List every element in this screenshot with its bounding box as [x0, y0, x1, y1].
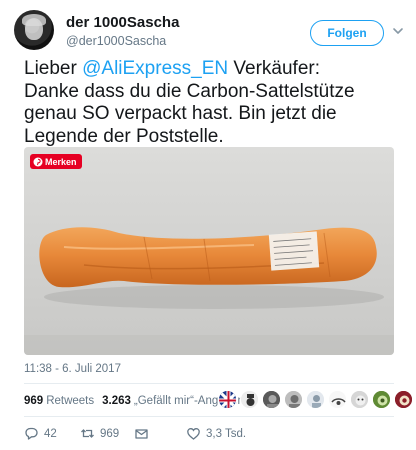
retweet-icon	[81, 429, 94, 438]
pinterest-save-label: Merken	[45, 156, 77, 167]
display-name[interactable]: der 1000Sascha	[66, 14, 179, 31]
tweet-card: der 1000Sascha @der1000Sascha Folgen Lie…	[0, 0, 416, 450]
like-button[interactable]: 3,3 Tsd.	[186, 426, 246, 441]
tweet-timestamp[interactable]: 11:38 - 6. Juli 2017	[24, 363, 121, 375]
liker-avatar[interactable]	[218, 390, 237, 409]
tweet-line-4: Legende der Poststelle.	[24, 125, 224, 147]
avatar[interactable]	[14, 10, 54, 50]
pinterest-save-button[interactable]: Merken	[30, 154, 82, 169]
tweet-header: der 1000Sascha @der1000Sascha Folgen	[14, 10, 404, 50]
retweets-label[interactable]: Retweets	[46, 395, 94, 407]
reply-button[interactable]: 42	[24, 426, 57, 441]
envelope-icon	[135, 429, 148, 439]
tweet-photo[interactable]: Merken	[24, 147, 394, 355]
retweet-button[interactable]: 969	[80, 426, 119, 441]
reply-count: 42	[44, 427, 57, 440]
retweet-count: 969	[100, 427, 120, 440]
tweet-line-3: genau SO verpackt hast. Bin jetzt die	[24, 103, 337, 124]
tweet-line-1: Lieber @AliExpress_EN Verkäufer:	[24, 58, 400, 81]
user-handle[interactable]: @der1000Sascha	[66, 34, 166, 48]
liker-avatar[interactable]	[372, 390, 391, 409]
stats-bottom-divider	[24, 416, 394, 417]
likes-count[interactable]: 3.263	[102, 395, 131, 407]
liker-avatar[interactable]	[394, 390, 413, 409]
reply-icon	[25, 427, 38, 440]
pinterest-icon	[33, 157, 43, 166]
tweet-line-2: Danke dass du die Carbon-Sattelstütze	[24, 80, 355, 102]
liker-avatar[interactable]	[240, 390, 259, 409]
avatar-face	[25, 18, 43, 40]
stats-top-divider	[24, 383, 394, 384]
parcel-image	[39, 227, 384, 309]
liker-avatar[interactable]	[328, 390, 347, 409]
tweet-text: Lieber @AliExpress_EN Verkäufer: Danke d…	[24, 58, 400, 148]
retweets-count[interactable]: 969	[24, 395, 43, 407]
liker-avatars	[218, 390, 413, 410]
liker-avatar[interactable]	[350, 390, 369, 409]
chevron-down-icon[interactable]	[391, 24, 405, 38]
liker-avatar[interactable]	[306, 390, 325, 409]
tweet-text-prefix: Lieber	[24, 58, 83, 79]
like-count: 3,3 Tsd.	[206, 427, 247, 440]
liker-avatar[interactable]	[284, 390, 303, 409]
liker-avatar[interactable]	[262, 390, 281, 409]
tweet-stats: 969 Retweets 3.263 „Gefällt mir“-Angaben	[24, 393, 244, 409]
direct-message-button[interactable]	[134, 426, 149, 441]
follow-button[interactable]: Folgen	[310, 20, 384, 46]
tweet-actions: 42 969 3,3 Tsd.	[24, 426, 394, 442]
tweet-text-suffix: Verkäufer:	[228, 58, 320, 79]
mention-link[interactable]: @AliExpress_EN	[82, 58, 228, 79]
heart-icon	[187, 428, 200, 440]
